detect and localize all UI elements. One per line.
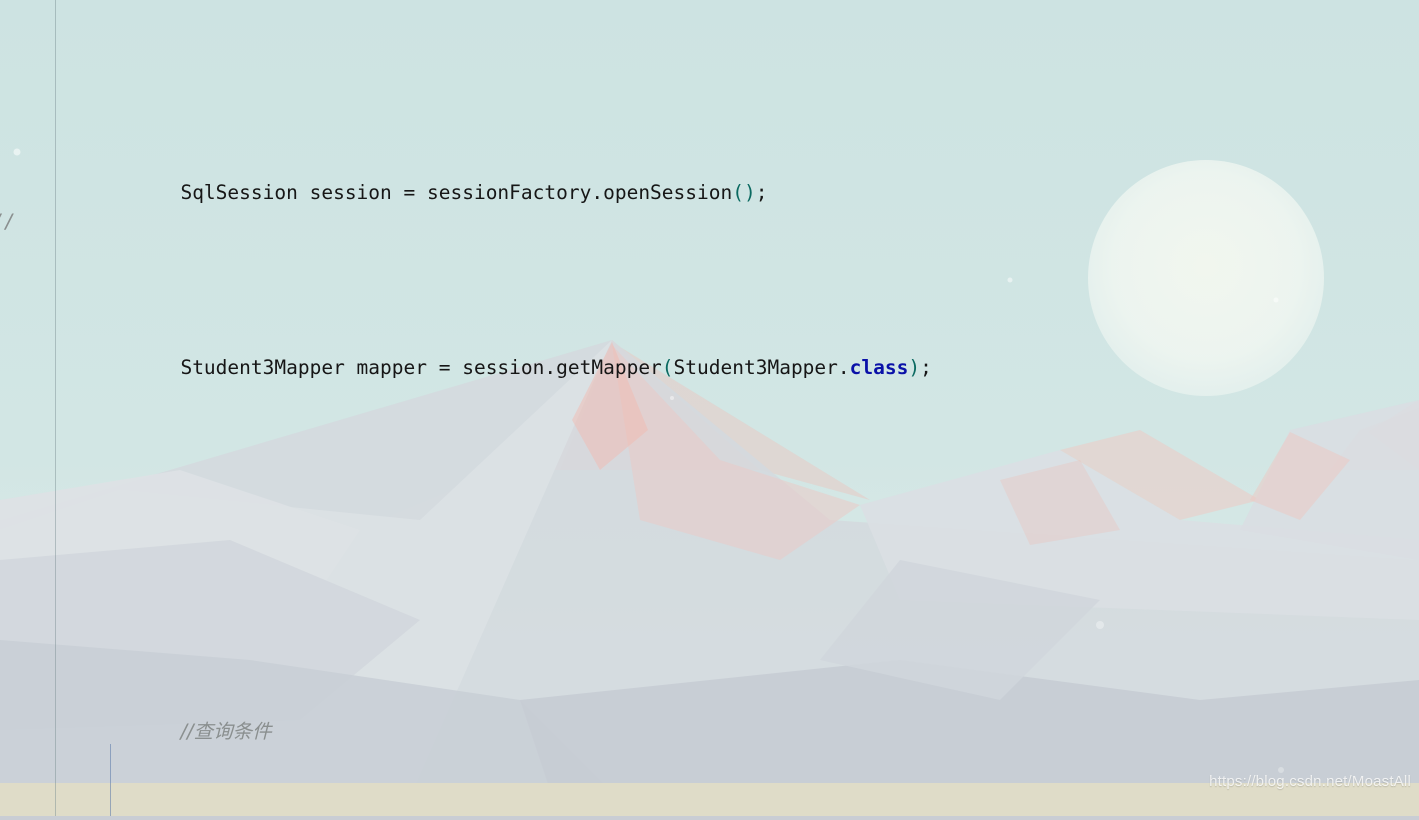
code-token: SqlSession session = sessionFactory.open…	[180, 181, 733, 205]
code-line-blank[interactable]	[0, 495, 1419, 531]
code-comment: //查询条件	[180, 719, 272, 743]
code-token: (	[661, 355, 674, 379]
csdn-watermark: https://blog.csdn.net/MoastAll	[1209, 772, 1411, 790]
code-line[interactable]: Student3Mapper mapper = session.getMappe…	[0, 313, 1419, 379]
code-token: Student3Mapper mapper = session.getMappe…	[180, 355, 662, 379]
code-token: )	[908, 355, 921, 379]
code-editor[interactable]: // SqlSession session = sessionFactory.o…	[0, 0, 1419, 820]
code-line[interactable]: SqlSession session = sessionFactory.open…	[0, 139, 1419, 204]
code-token: Student3Mapper.	[673, 355, 850, 379]
code-content[interactable]: SqlSession session = sessionFactory.open…	[0, 0, 1419, 820]
code-token: ;	[920, 355, 932, 379]
code-keyword: class	[849, 355, 909, 379]
code-token: ;	[755, 181, 768, 205]
code-line[interactable]: //查询条件	[0, 677, 1419, 743]
code-token: ()	[732, 181, 756, 205]
bottom-edge-strip	[0, 816, 1419, 820]
